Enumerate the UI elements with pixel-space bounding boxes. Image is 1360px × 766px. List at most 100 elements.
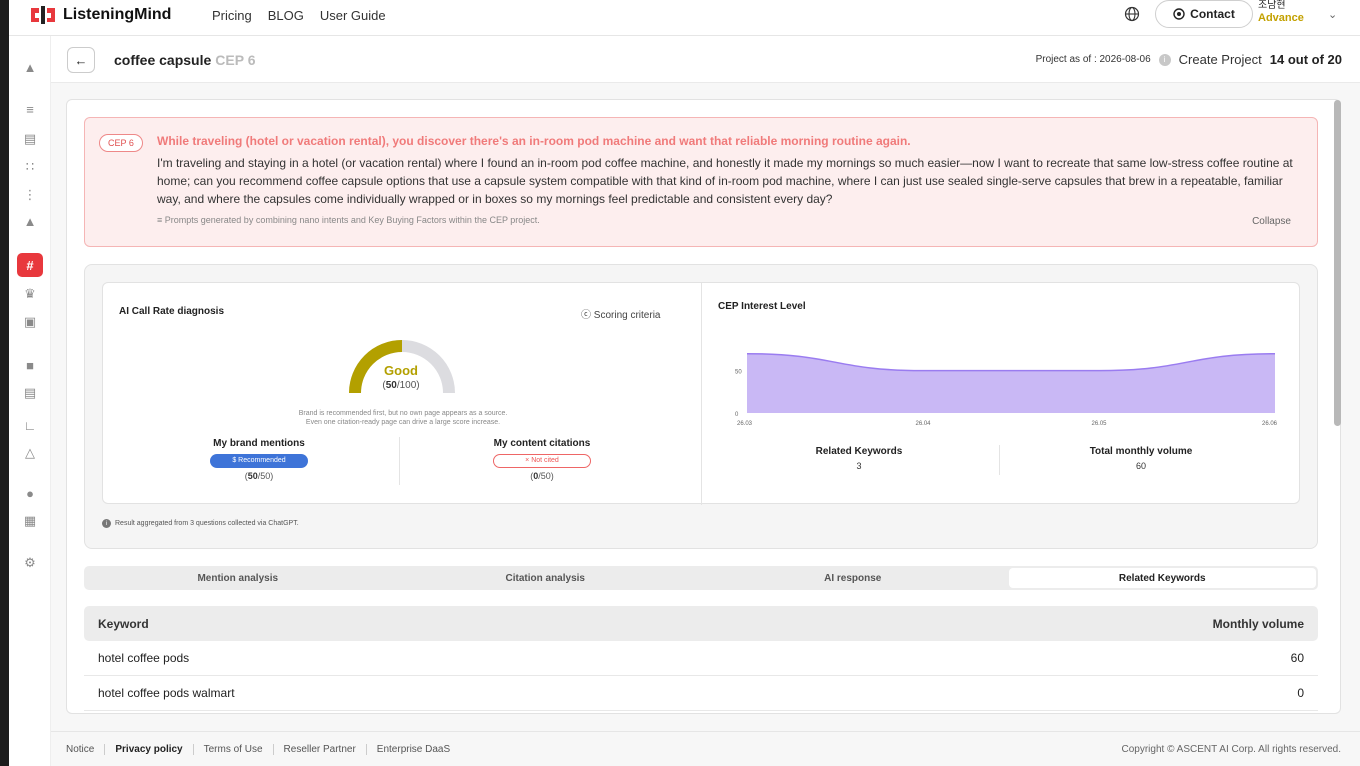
window-edge — [0, 0, 9, 766]
cep-tag: CEP 6 — [99, 134, 143, 152]
footer-notice[interactable]: Notice — [66, 744, 104, 755]
citations-score-max: /50 — [538, 471, 551, 481]
table-row[interactable]: hotel coffee pods walmart 0 — [84, 676, 1318, 711]
chart-icon[interactable]: ∟ — [9, 416, 51, 434]
score-value: (50/100) — [382, 380, 420, 391]
cep-headline: While traveling (hotel or vacation renta… — [157, 134, 911, 148]
footer-reseller[interactable]: Reseller Partner — [272, 743, 366, 755]
list-icon: ≡ — [157, 215, 165, 225]
header-actions: Project as of : 2026-08-06 i Create Proj… — [1036, 52, 1342, 67]
tab-mention-analysis[interactable]: Mention analysis — [84, 566, 392, 590]
diagnosis-title: AI Call Rate diagnosis — [119, 306, 225, 317]
project-date: Project as of : 2026-08-06 — [1035, 54, 1151, 65]
path-icon[interactable]: ⋮ — [9, 186, 51, 204]
volume-cell: 0 — [1297, 686, 1304, 700]
desc-line-1: Brand is recommended first, but no own p… — [298, 410, 508, 417]
cep-box: CEP 6 While traveling (hotel or vacation… — [84, 117, 1318, 247]
sidebar: ▲ ≡ ▤ ∷ ⋮ ▲ # ♛ ▣ ■ ▤ ∟ △ ● ▦ ⚙ — [9, 36, 51, 766]
citations-score: (0/50) — [530, 471, 554, 481]
user-menu[interactable]: 조남현 Advance — [1258, 0, 1304, 24]
diagnosis-panel: AI Call Rate diagnosis ⓒ Scoring criteri… — [84, 264, 1318, 549]
flame-icon[interactable]: △ — [9, 444, 51, 462]
cep-body: I'm traveling and staying in a hotel (or… — [157, 156, 1293, 206]
back-button[interactable]: ← — [67, 47, 95, 73]
tab-ai-response[interactable]: AI response — [699, 566, 1007, 590]
related-keywords-stat: Related Keywords 3 — [719, 446, 999, 471]
diagnosis-description: Brand is recommended first, but no own p… — [253, 409, 553, 427]
monthly-volume-stat: Total monthly volume 60 — [1001, 446, 1281, 471]
mentions-score-value: 50 — [247, 471, 258, 481]
tab-related-keywords[interactable]: Related Keywords — [1008, 568, 1316, 588]
diagnosis-inner: AI Call Rate diagnosis ⓒ Scoring criteri… — [102, 282, 1300, 505]
nav-links: Pricing BLOG User Guide — [212, 0, 386, 30]
panel-divider — [701, 283, 702, 505]
keywords-table: Keyword Monthly volume hotel coffee pods… — [84, 606, 1318, 711]
info-icon: i — [102, 519, 111, 528]
arrow-left-icon: ← — [74, 52, 88, 68]
score-text: Good (50/100) — [351, 363, 451, 391]
cep-label: CEP 6 — [215, 52, 256, 68]
footer-daas[interactable]: Enterprise DaaS — [365, 743, 460, 755]
mentions-score-max: /50 — [257, 471, 271, 481]
score-number: 50 — [385, 380, 397, 391]
page-header: ← coffee capsule CEP 6 Project as of : 20… — [51, 36, 1360, 83]
table-row[interactable]: hotel coffee pods 60 — [84, 641, 1318, 676]
map-icon[interactable]: ▤ — [9, 130, 51, 148]
folder-icon[interactable]: ■ — [9, 356, 51, 374]
cep-icon[interactable]: # — [17, 253, 43, 277]
interest-title: CEP Interest Level — [718, 301, 806, 312]
content-card: CEP 6 While traveling (hotel or vacation… — [66, 99, 1341, 714]
create-project-button[interactable]: Create Project — [1179, 52, 1262, 67]
monthly-volume-label: Total monthly volume — [1089, 446, 1193, 457]
page-title: coffee capsule CEP 6 — [114, 52, 255, 68]
interest-chart: 0 50 26.03 26.04 26.05 26.06 — [735, 352, 1278, 427]
user-name: 조남현 — [1258, 0, 1286, 11]
scoring-criteria-button[interactable]: ⓒ Scoring criteria — [581, 306, 660, 321]
info-icon[interactable]: i — [1158, 53, 1171, 66]
mentions-label: My brand mentions — [213, 438, 305, 449]
aggregate-note: i Result aggregated from 3 questions col… — [102, 519, 299, 528]
score-grade: Good — [384, 363, 418, 378]
nav-user-guide[interactable]: User Guide — [320, 8, 386, 23]
document-icon[interactable]: ▣ — [9, 313, 51, 331]
desc-line-2: Even one citation-ready page can drive a… — [305, 419, 501, 426]
header-keyword[interactable]: Keyword — [98, 617, 149, 631]
volume-cell: 60 — [1290, 651, 1304, 665]
y-tick-label: 50 — [735, 370, 742, 376]
y-tick-label: 0 — [735, 412, 739, 418]
x-tick-label: 26.04 — [915, 421, 931, 427]
logo[interactable]: ListeningMind — [29, 4, 171, 26]
x-tick-label: 26.03 — [737, 421, 753, 427]
contact-button[interactable]: Contact — [1155, 0, 1253, 28]
globe-icon[interactable] — [1124, 6, 1140, 22]
building-icon[interactable]: ▦ — [9, 512, 51, 530]
footer-terms[interactable]: Terms of Use — [192, 743, 273, 755]
related-keywords-value: 3 — [856, 461, 862, 471]
chat-icon[interactable]: ● — [9, 484, 51, 502]
home-icon[interactable]: ▲ — [9, 58, 51, 76]
logo-icon — [31, 6, 55, 24]
footer-privacy[interactable]: Privacy policy — [104, 743, 192, 755]
user-plan: Advance — [1258, 12, 1304, 24]
nav-pricing[interactable]: Pricing — [212, 8, 252, 23]
shapes-icon[interactable]: ▲ — [9, 212, 51, 230]
score-max: /100 — [396, 380, 417, 391]
area-series — [747, 353, 1275, 413]
related-keywords-label: Related Keywords — [815, 446, 903, 457]
chevron-down-icon[interactable]: ⌄ — [1328, 8, 1337, 21]
collapse-button[interactable]: Collapse — [1252, 216, 1291, 227]
gear-icon[interactable]: ⚙ — [9, 554, 51, 572]
monthly-volume-value: 60 — [1135, 461, 1146, 471]
tab-citation-analysis[interactable]: Citation analysis — [392, 566, 700, 590]
header-monthly-volume[interactable]: Monthly volume — [1213, 617, 1304, 631]
archive-icon[interactable]: ▤ — [9, 384, 51, 402]
copyright: Copyright © ASCENT AI Corp. All rights r… — [1121, 743, 1342, 755]
crown-icon[interactable]: ♛ — [9, 285, 51, 303]
scoring-label: Scoring criteria — [593, 310, 661, 321]
scrollbar[interactable] — [1334, 100, 1341, 426]
search-list-icon[interactable]: ≡ — [9, 100, 51, 118]
question-icon: ⓒ — [581, 310, 594, 321]
cluster-icon[interactable]: ∷ — [9, 158, 51, 176]
footer: Notice Privacy policy Terms of Use Resel… — [51, 731, 1360, 766]
nav-blog[interactable]: BLOG — [268, 8, 304, 23]
